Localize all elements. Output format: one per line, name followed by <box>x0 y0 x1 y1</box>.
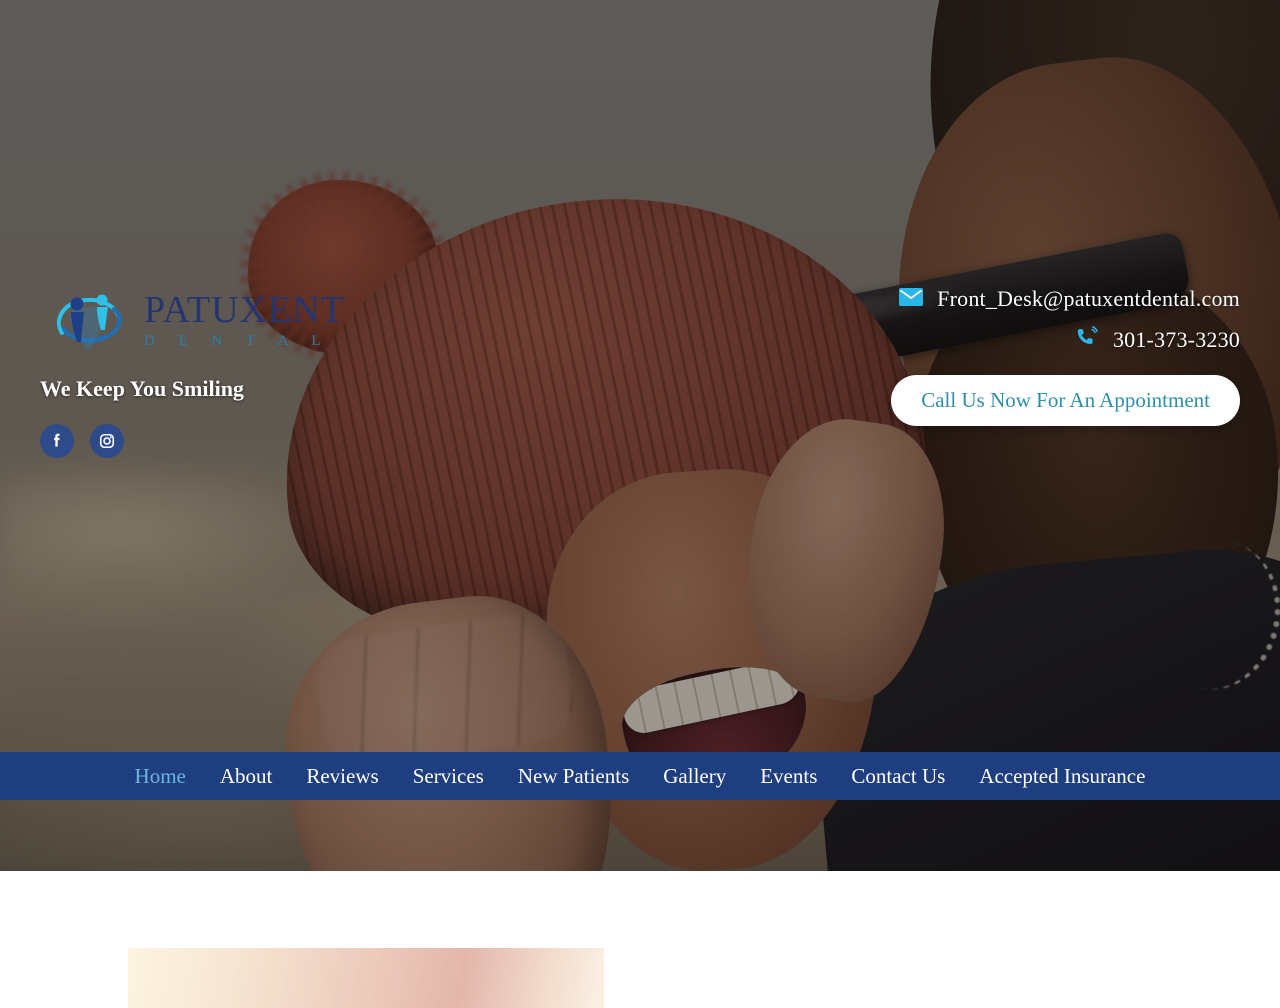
tagline: We Keep You Smiling <box>40 376 244 401</box>
nav-item-services[interactable]: Services <box>396 764 501 789</box>
hero-section: PATUXENT D E N T A L We Keep You Smiling <box>0 0 1280 871</box>
nav-item-events[interactable]: Events <box>743 764 834 789</box>
nav-item-reviews[interactable]: Reviews <box>289 764 395 789</box>
facebook-icon <box>54 433 60 447</box>
nav-item-gallery[interactable]: Gallery <box>646 764 743 789</box>
logo-subtitle: D E N T A L <box>144 332 331 349</box>
site-logo[interactable]: PATUXENT D E N T A L <box>40 286 460 354</box>
hero-contact-block: Front_Desk@patuxentdental.com 301-373-32… <box>720 286 1240 426</box>
social-link-facebook[interactable] <box>40 424 74 458</box>
page-content-area <box>0 871 1280 1008</box>
nav-item-new-patients[interactable]: New Patients <box>501 764 646 789</box>
logo-wordmark: PATUXENT D E N T A L <box>144 291 345 350</box>
phone-ringing-icon <box>1075 326 1099 353</box>
phone-number[interactable]: 301-373-3230 <box>1113 327 1240 353</box>
dental-people-tooth-logo-icon <box>40 287 136 353</box>
email-address[interactable]: Front_Desk@patuxentdental.com <box>937 286 1240 312</box>
email-row[interactable]: Front_Desk@patuxentdental.com <box>899 286 1240 312</box>
social-links <box>40 424 460 458</box>
phone-row[interactable]: 301-373-3230 <box>1075 326 1240 353</box>
logo-name: PATUXENT <box>144 288 345 331</box>
nav-item-about[interactable]: About <box>203 764 290 789</box>
hero-brand-block: PATUXENT D E N T A L We Keep You Smiling <box>40 286 460 458</box>
social-link-instagram[interactable] <box>90 424 124 458</box>
content-image-partial <box>128 948 604 1008</box>
nav-item-contact-us[interactable]: Contact Us <box>834 764 962 789</box>
call-appointment-button[interactable]: Call Us Now For An Appointment <box>891 375 1240 426</box>
instagram-icon <box>99 433 115 449</box>
main-navigation: Home About Reviews Services New Patients… <box>0 752 1280 800</box>
nav-item-accepted-insurance[interactable]: Accepted Insurance <box>962 764 1162 789</box>
envelope-icon <box>899 287 924 311</box>
nav-item-home[interactable]: Home <box>118 764 203 789</box>
